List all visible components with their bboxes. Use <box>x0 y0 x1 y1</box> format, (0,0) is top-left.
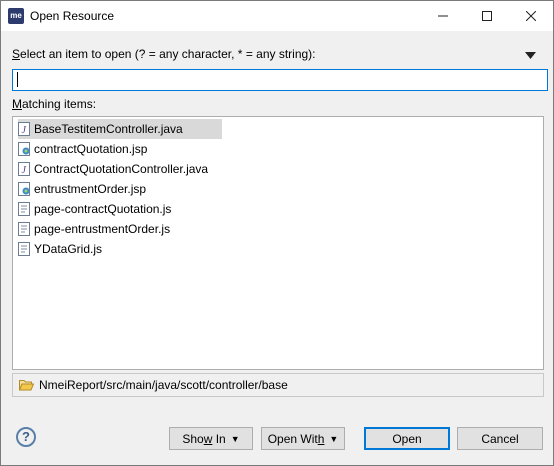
resource-path-bar: NmeiReport/src/main/java/scott/controlle… <box>12 373 544 397</box>
resource-path-text: NmeiReport/src/main/java/scott/controlle… <box>39 378 288 392</box>
open-with-label-pre: Open Wit <box>267 431 318 446</box>
open-button[interactable]: Open <box>364 427 450 450</box>
folder-open-icon <box>19 380 34 391</box>
close-icon <box>526 11 536 21</box>
matching-items-accel: M <box>12 97 22 111</box>
show-in-button[interactable]: Show In ▼ <box>169 427 253 450</box>
cancel-button[interactable]: Cancel <box>457 427 543 450</box>
title-bar: me Open Resource <box>1 1 553 31</box>
list-item[interactable]: J BaseTestitemController.java <box>18 119 222 139</box>
list-item[interactable]: contractQuotation.jsp <box>18 139 222 159</box>
dropdown-arrow-icon: ▼ <box>230 433 240 444</box>
window-title: Open Resource <box>30 9 115 23</box>
list-item[interactable]: entrustmentOrder.jsp <box>18 179 222 199</box>
filter-prompt-text: elect an item to open (? = any character… <box>20 47 316 61</box>
dropdown-arrow-icon: ▼ <box>329 433 339 444</box>
item-label: BaseTestitemController.java <box>34 122 183 136</box>
list-item[interactable]: page-contractQuotation.js <box>18 199 222 219</box>
item-label: ContractQuotationController.java <box>34 162 209 176</box>
item-label: YDataGrid.js <box>34 242 103 256</box>
svg-text:J: J <box>22 165 27 176</box>
svg-text:J: J <box>22 125 27 136</box>
show-in-label-post: In <box>212 431 226 446</box>
js-file-icon <box>18 242 30 256</box>
maximize-button[interactable] <box>465 1 509 31</box>
help-button[interactable]: ? <box>16 427 36 447</box>
filter-input[interactable] <box>12 69 548 91</box>
item-label: contractQuotation.jsp <box>34 142 148 156</box>
open-resource-dialog: me Open Resource Select an item to open … <box>0 0 554 466</box>
maximize-icon <box>482 11 492 21</box>
text-caret <box>17 72 18 87</box>
matching-items-list[interactable]: J BaseTestitemController.java contractQu… <box>12 116 544 370</box>
list-item[interactable]: page-entrustmentOrder.js <box>18 219 222 239</box>
item-label: page-contractQuotation.js <box>34 202 172 216</box>
matching-items-text: atching items: <box>22 97 97 111</box>
java-file-icon: J <box>18 162 30 176</box>
view-menu-button[interactable] <box>525 48 536 62</box>
minimize-icon <box>438 15 448 17</box>
triangle-down-icon <box>525 52 536 59</box>
show-in-label: Show In <box>182 432 225 446</box>
filter-prompt-label: Select an item to open (? = any characte… <box>12 47 316 61</box>
item-label: page-entrustmentOrder.js <box>34 222 171 236</box>
java-file-icon: J <box>18 122 30 136</box>
list-item[interactable]: YDataGrid.js <box>18 239 222 259</box>
item-label: entrustmentOrder.jsp <box>34 182 147 196</box>
open-with-label: Open With <box>268 432 325 446</box>
filter-prompt-accel: S <box>12 47 21 61</box>
open-with-button[interactable]: Open With ▼ <box>261 427 345 450</box>
app-icon: me <box>8 8 24 24</box>
js-file-icon <box>18 202 30 216</box>
open-with-label-accel: h <box>317 431 325 446</box>
close-button[interactable] <box>509 1 553 31</box>
matching-items-label: Matching items: <box>12 97 96 111</box>
js-file-icon <box>18 222 30 236</box>
list-item[interactable]: J ContractQuotationController.java <box>18 159 222 179</box>
show-in-label-pre: Sho <box>182 431 204 446</box>
jsp-file-icon <box>18 182 30 196</box>
minimize-button[interactable] <box>421 1 465 31</box>
jsp-file-icon <box>18 142 30 156</box>
